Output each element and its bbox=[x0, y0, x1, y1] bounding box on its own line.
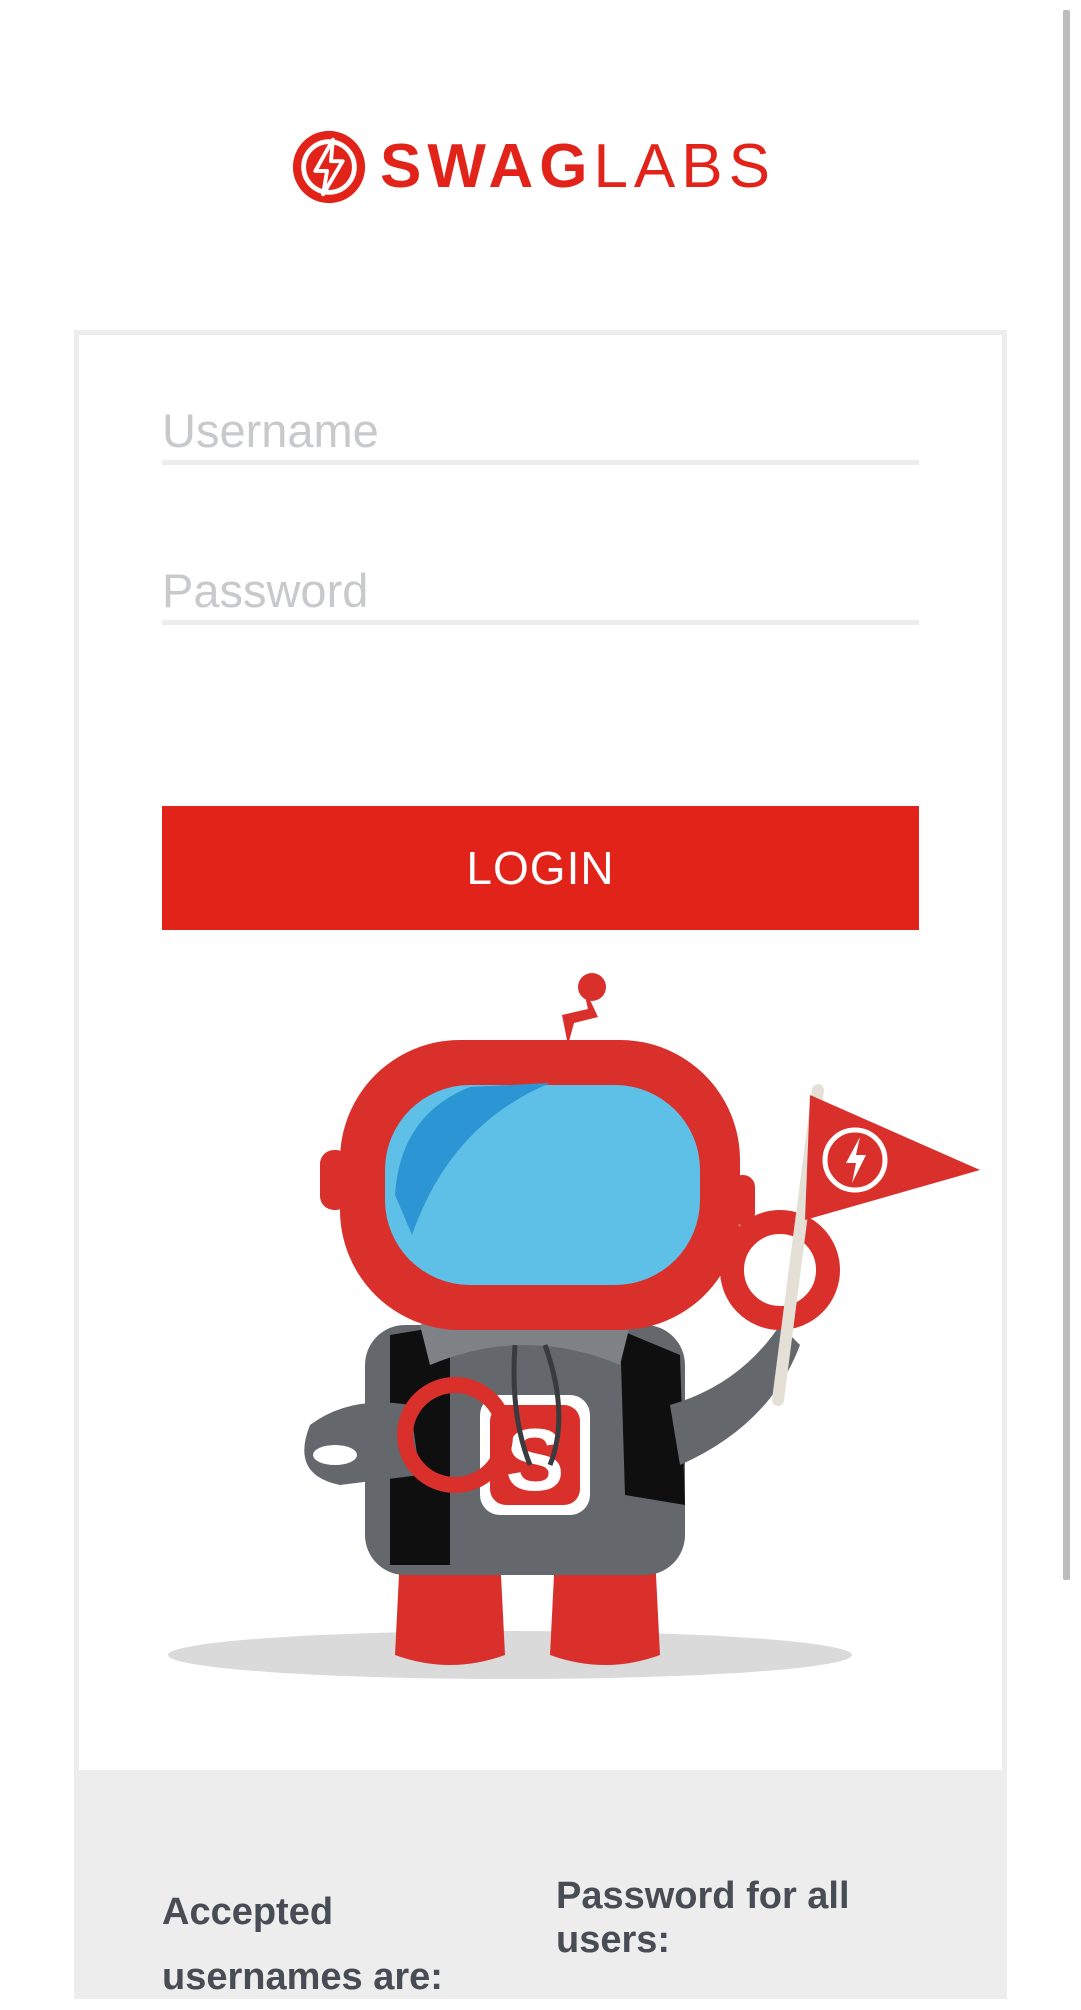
password-heading: Password for all users: bbox=[556, 1875, 850, 1961]
brand-name: SWAGLABS bbox=[380, 132, 776, 201]
app-logo: SWAGLABS bbox=[290, 126, 790, 208]
svg-text:S: S bbox=[506, 1410, 565, 1509]
username-input[interactable] bbox=[162, 400, 919, 465]
swag-labs-logo-icon bbox=[292, 130, 366, 204]
scrollbar-thumb[interactable] bbox=[1063, 10, 1070, 1580]
robot-mascot-icon: S bbox=[168, 973, 980, 1679]
password-input[interactable] bbox=[162, 560, 919, 625]
login-button[interactable]: LOGIN bbox=[162, 806, 919, 930]
credentials-info-panel: Accepted usernames are: Password for all… bbox=[74, 1770, 1007, 1999]
accepted-usernames-heading: Accepted usernames are: bbox=[162, 1891, 443, 1998]
